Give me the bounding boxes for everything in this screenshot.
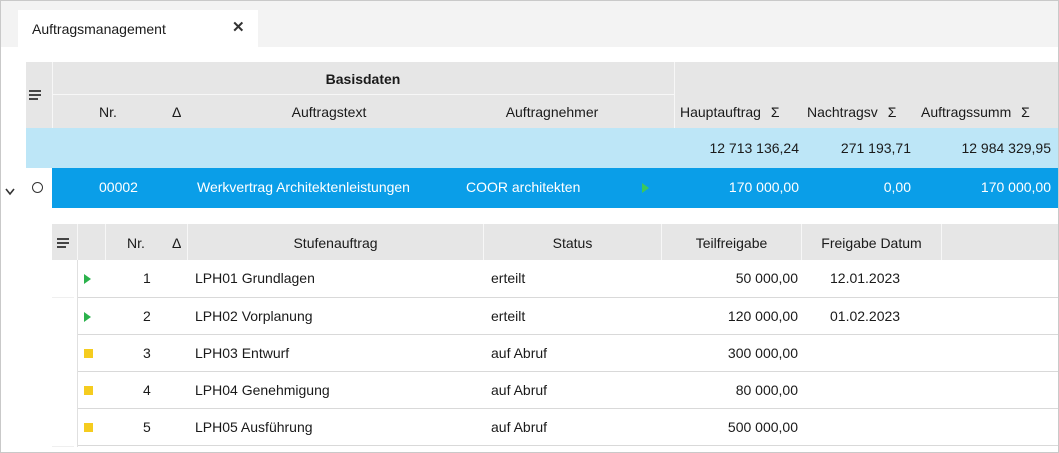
sub-row-teilfreigabe: 500 000,00 — [727, 419, 798, 435]
sub-row-teilfreigabe: 120 000,00 — [727, 308, 798, 324]
sub-row-stufenauftrag: LPH05 Ausführung — [195, 419, 313, 435]
total-nachtragsv: 271 193,71 — [840, 140, 911, 156]
table-row[interactable]: 5 LPH05 Ausführung auf Abruf 500 000,00 — [52, 409, 1058, 446]
chevron-down-icon[interactable] — [5, 183, 15, 196]
sub-column-chooser-icon[interactable] — [52, 224, 76, 260]
sub-row-teilfreigabe: 80 000,00 — [735, 382, 798, 398]
play-icon — [84, 274, 91, 284]
play-icon — [84, 312, 91, 322]
tab-auftragsmanagement[interactable]: Auftragsmanagement ✕ — [18, 10, 258, 47]
tab-strip: Auftragsmanagement ✕ — [1, 1, 1058, 47]
row-auftragstext: Werkvertrag Architektenleistungen — [197, 179, 410, 195]
sub-row-status: auf Abruf — [491, 345, 548, 361]
row-nr: 00002 — [99, 179, 138, 195]
sub-row-nr: 4 — [143, 382, 151, 398]
sub-row-status: erteilt — [491, 308, 526, 324]
sub-column-header-stufenauftrag[interactable]: Stufenauftrag — [188, 235, 483, 251]
column-chooser-icon[interactable] — [26, 62, 51, 128]
pending-square-icon — [84, 386, 93, 395]
sub-row-nr: 5 — [143, 419, 151, 435]
table-row[interactable]: 4 LPH04 Genehmigung auf Abruf 80 000,00 — [52, 372, 1058, 409]
sum-icon: Σ — [887, 104, 897, 120]
sub-row-freigabe-datum: 12.01.2023 — [830, 270, 901, 286]
play-icon — [642, 183, 649, 193]
window: Auftragsmanagement ✕ Basisdaten Nr. Δ Au… — [0, 0, 1059, 453]
nachtragsv-label: Nachtragsv — [807, 104, 878, 120]
column-header-nr[interactable]: Nr. — [99, 104, 117, 120]
column-header-auftragnehmer[interactable]: Auftragnehmer — [485, 104, 619, 120]
row-nachtragsv: 0,00 — [883, 179, 911, 195]
pending-square-icon — [84, 349, 93, 358]
sub-row-status: auf Abruf — [491, 419, 548, 435]
table-row[interactable]: 1 LPH01 Grundlagen erteilt 50 000,00 12.… — [52, 260, 1058, 297]
tab-label: Auftragsmanagement — [32, 21, 166, 37]
column-header-auftragssumm[interactable]: Auftragssumm Σ — [921, 104, 1030, 120]
row-radio[interactable] — [26, 168, 51, 208]
pending-square-icon — [84, 423, 93, 432]
sub-row-nr: 2 — [143, 308, 151, 324]
table-row[interactable]: 3 LPH03 Entwurf auf Abruf 300 000,00 — [52, 335, 1058, 372]
column-header-nachtragsv[interactable]: Nachtragsv Σ — [807, 104, 896, 120]
sub-column-header-freigabe-datum[interactable]: Freigabe Datum — [802, 235, 941, 251]
close-icon[interactable]: ✕ — [232, 18, 245, 36]
sub-row-stufenauftrag: LPH01 Grundlagen — [195, 270, 315, 286]
sub-row-teilfreigabe: 300 000,00 — [727, 345, 798, 361]
table-row[interactable]: 2 LPH02 Vorplanung erteilt 120 000,00 01… — [52, 298, 1058, 335]
sort-ascending-icon[interactable]: Δ — [172, 104, 181, 120]
sub-row-stufenauftrag: LPH03 Entwurf — [195, 345, 290, 361]
sub-column-header-teilfreigabe[interactable]: Teilfreigabe — [662, 235, 801, 251]
sub-row-freigabe-datum: 01.02.2023 — [830, 308, 901, 324]
selected-row[interactable]: 00002 Werkvertrag Architektenleistungen … — [52, 168, 1058, 208]
total-hauptauftrag: 12 713 136,24 — [709, 140, 799, 156]
hauptauftrag-label: Hauptauftrag — [680, 104, 761, 120]
sum-icon: Σ — [770, 104, 780, 120]
sub-row-nr: 3 — [143, 345, 151, 361]
sub-row-status: erteilt — [491, 270, 526, 286]
sub-row-stufenauftrag: LPH04 Genehmigung — [195, 382, 330, 398]
column-header-hauptauftrag[interactable]: Hauptauftrag Σ — [680, 104, 780, 120]
sub-row-status: auf Abruf — [491, 382, 548, 398]
sub-column-header-status[interactable]: Status — [484, 235, 661, 251]
group-header-basisdaten: Basisdaten — [325, 71, 401, 87]
sub-column-header-nr[interactable]: Nr. — [127, 235, 145, 251]
sum-icon: Σ — [1021, 104, 1030, 120]
row-auftragssumm: 170 000,00 — [980, 179, 1051, 195]
total-auftragssumm: 12 984 329,95 — [961, 140, 1051, 156]
row-auftragnehmer: COOR architekten — [466, 179, 581, 195]
sub-row-teilfreigabe: 50 000,00 — [735, 270, 798, 286]
row-hauptauftrag: 170 000,00 — [728, 179, 799, 195]
sort-ascending-icon[interactable]: Δ — [172, 235, 181, 251]
auftragssumm-label: Auftragssumm — [921, 104, 1012, 120]
gutter-divider — [77, 260, 78, 447]
sub-row-nr: 1 — [143, 270, 151, 286]
sub-row-stufenauftrag: LPH02 Vorplanung — [195, 308, 313, 324]
column-header-auftragstext[interactable]: Auftragstext — [197, 104, 461, 120]
